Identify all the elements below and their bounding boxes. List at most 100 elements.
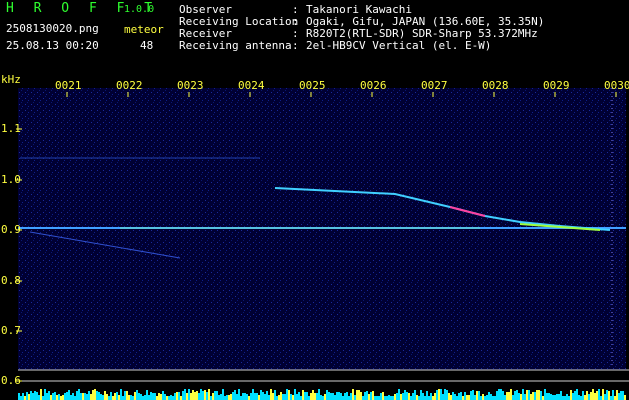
- y-tick-label: 0.8: [1, 274, 21, 287]
- activity-bar: [360, 392, 362, 400]
- activity-bar: [242, 393, 244, 400]
- activity-bar: [174, 393, 176, 400]
- activity-bar: [142, 396, 144, 400]
- activity-bar: [604, 394, 606, 400]
- activity-bar: [228, 395, 230, 400]
- activity-bar: [380, 393, 382, 400]
- activity-bar: [418, 396, 420, 400]
- activity-bar: [136, 390, 138, 400]
- activity-bar: [182, 391, 184, 400]
- activity-bar: [596, 391, 598, 400]
- activity-bar: [60, 396, 62, 400]
- activity-bar: [576, 389, 578, 400]
- activity-bar: [200, 389, 202, 400]
- activity-bar: [84, 393, 86, 400]
- activity-bar: [512, 395, 514, 400]
- activity-bar: [574, 391, 576, 400]
- activity-bar: [204, 390, 206, 400]
- activity-bar: [474, 395, 476, 400]
- activity-bar: [470, 391, 472, 400]
- activity-bar: [110, 392, 112, 400]
- activity-bar: [214, 391, 216, 400]
- activity-bar: [586, 391, 588, 400]
- activity-bar: [580, 396, 582, 400]
- activity-bar: [240, 396, 242, 400]
- activity-bar: [72, 393, 74, 400]
- activity-bar: [246, 394, 248, 400]
- activity-bar: [180, 396, 182, 400]
- activity-bar: [390, 396, 392, 400]
- activity-bar: [38, 395, 40, 400]
- activity-bar: [210, 396, 212, 400]
- activity-bar: [504, 395, 506, 400]
- activity-bar: [538, 390, 540, 400]
- y-tick-label: 0.9: [1, 223, 21, 236]
- activity-bar: [406, 392, 408, 400]
- activity-bar: [566, 394, 568, 400]
- activity-bar: [420, 390, 422, 400]
- activity-bar: [114, 393, 116, 400]
- activity-bar: [152, 393, 154, 400]
- activity-bar: [552, 395, 554, 400]
- activity-bar: [488, 392, 490, 400]
- activity-bar: [248, 396, 250, 400]
- activity-bar: [368, 394, 370, 400]
- activity-bar: [28, 394, 30, 400]
- activity-bar: [616, 390, 618, 400]
- activity-bar: [126, 391, 128, 400]
- activity-bar: [184, 389, 186, 400]
- activity-bar: [358, 390, 360, 400]
- activity-bar: [154, 393, 156, 400]
- activity-bar: [118, 395, 120, 400]
- activity-bar: [606, 390, 608, 400]
- activity-bar: [378, 396, 380, 400]
- activity-bar: [264, 394, 266, 400]
- activity-bar: [558, 394, 560, 400]
- activity-bar: [64, 393, 66, 400]
- activity-bar: [522, 389, 524, 400]
- activity-bar: [592, 389, 594, 400]
- activity-bar: [128, 395, 130, 400]
- activity-bar: [384, 396, 386, 400]
- activity-bar: [370, 392, 372, 400]
- activity-bar: [316, 393, 318, 400]
- activity-bar: [298, 392, 300, 400]
- activity-bar: [510, 389, 512, 400]
- activity-bar: [542, 396, 544, 400]
- activity-bar: [404, 390, 406, 400]
- activity-bar: [104, 391, 106, 400]
- activity-bar: [414, 390, 416, 400]
- activity-bar: [76, 391, 78, 400]
- activity-bar: [602, 389, 604, 400]
- activity-bar: [348, 396, 350, 400]
- activity-bar: [396, 393, 398, 400]
- activity-bar: [88, 391, 90, 400]
- activity-bar: [52, 393, 54, 400]
- activity-bar: [144, 395, 146, 400]
- activity-bar: [548, 393, 550, 400]
- activity-bar: [26, 392, 28, 400]
- activity-bar: [178, 392, 180, 400]
- activity-bar: [314, 393, 316, 400]
- activity-bar: [310, 393, 312, 400]
- activity-bar: [208, 389, 210, 400]
- activity-bar: [466, 395, 468, 400]
- activity-bar: [428, 396, 430, 400]
- activity-bar: [308, 396, 310, 400]
- activity-bar: [290, 394, 292, 400]
- activity-bar: [478, 391, 480, 400]
- activity-bar: [444, 389, 446, 400]
- activity-bar: [276, 396, 278, 400]
- activity-bar: [102, 395, 104, 400]
- activity-bar: [612, 390, 614, 400]
- activity-bar: [108, 396, 110, 400]
- activity-bar: [514, 391, 516, 400]
- activity-bar: [332, 393, 334, 400]
- activity-bar: [422, 393, 424, 400]
- activity-bar: [304, 392, 306, 400]
- activity-bar: [448, 393, 450, 400]
- activity-bar: [300, 396, 302, 400]
- activity-bar: [164, 394, 166, 400]
- activity-bar: [230, 394, 232, 400]
- activity-bar: [398, 389, 400, 400]
